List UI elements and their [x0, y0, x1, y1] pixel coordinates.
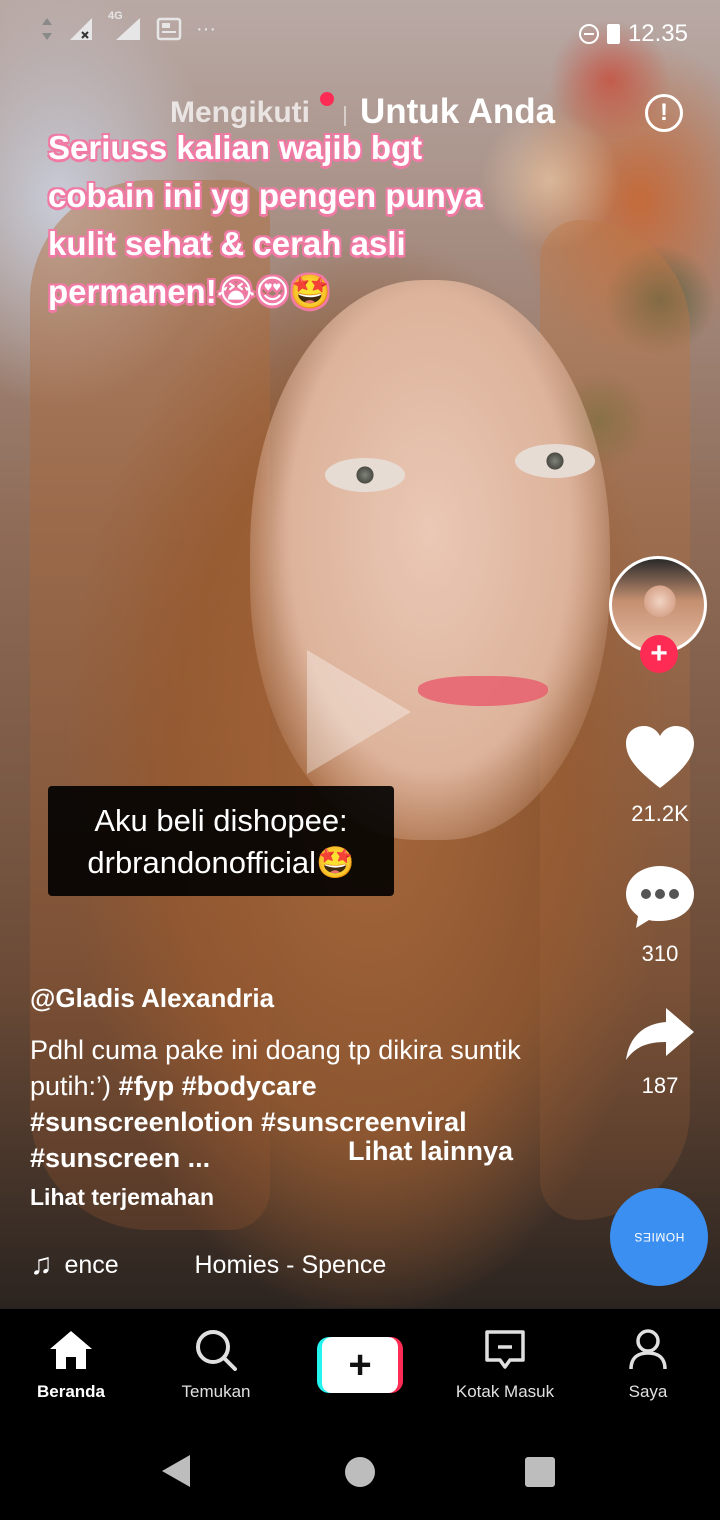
share-count: 187 — [641, 1073, 679, 1098]
inbox-icon — [485, 1330, 525, 1369]
author-username[interactable]: @Gladis Alexandria — [30, 983, 274, 1014]
video-caption-box: Aku beli dishopee: drbrandonofficial🤩 — [48, 786, 394, 896]
music-note-icon: ♫ — [30, 1248, 53, 1281]
hashtags-line-2[interactable]: #sunscreenlotion #sunscreenviral — [30, 1107, 467, 1137]
like-count: 21.2K — [631, 801, 689, 826]
comment-icon — [626, 866, 694, 928]
see-translation-link[interactable]: Lihat terjemahan — [30, 1184, 214, 1211]
news-icon — [156, 17, 182, 41]
video-overlay-text: Seriuss kalian wajib bgt cobain ini yg p… — [48, 129, 483, 310]
share-button[interactable]: 187 — [612, 1006, 708, 1099]
battery-icon — [606, 24, 620, 44]
play-icon[interactable] — [307, 650, 411, 774]
home-icon — [50, 1331, 92, 1369]
info-icon[interactable]: ! — [645, 94, 683, 132]
nav-inbox[interactable]: Kotak Masuk — [440, 1329, 570, 1402]
heart-icon — [626, 726, 694, 788]
do-not-disturb-icon — [578, 24, 599, 44]
nav-discover[interactable]: Temukan — [151, 1329, 281, 1402]
create-video-button[interactable]: + — [317, 1337, 403, 1393]
recent-apps-icon[interactable] — [525, 1457, 555, 1487]
system-navigation-bar — [0, 1420, 720, 1520]
caption-line-2: drbrandonofficial🤩 — [87, 845, 355, 880]
home-circle-icon[interactable] — [345, 1457, 375, 1487]
music-title-scroll-a: ence — [64, 1250, 119, 1279]
video-subject-lips — [418, 676, 548, 706]
video-subject-eye-left — [325, 458, 405, 492]
plus-icon: + — [322, 1337, 398, 1393]
share-arrow-icon — [626, 1008, 694, 1060]
nav-home-label: Beranda — [36, 1382, 106, 1401]
more-dots-icon: ··· — [196, 17, 216, 40]
tab-divider — [344, 106, 346, 126]
status-icons-right: 12.35 — [578, 20, 688, 48]
video-subject-face — [250, 280, 610, 840]
nav-home[interactable]: Beranda — [6, 1329, 136, 1402]
hashtags-line-1[interactable]: #fyp #bodycare — [119, 1071, 317, 1101]
4g-signal-icon: 4G — [108, 10, 142, 42]
nav-discover-label: Temukan — [181, 1382, 251, 1401]
new-content-dot — [320, 92, 334, 106]
signal-x-icon — [70, 18, 92, 40]
nav-profile[interactable]: Saya — [583, 1329, 713, 1402]
hashtags-line-3[interactable]: #sunscreen — [30, 1143, 180, 1173]
see-more-link[interactable]: Lihat lainnya — [348, 1136, 513, 1167]
comment-count: 310 — [641, 941, 679, 966]
sound-disc[interactable]: HOMIES — [610, 1188, 708, 1286]
status-icons-left: 4G ··· — [40, 10, 216, 42]
bottom-navigation: Beranda Temukan + Kotak Masuk Saya — [0, 1308, 720, 1420]
description-ellipsis: ... — [180, 1143, 211, 1173]
follow-plus-button[interactable]: + — [640, 635, 678, 673]
caption-line-1: Aku beli dishopee: — [94, 803, 348, 838]
video-subject-eye-right — [515, 444, 595, 478]
profile-icon — [629, 1329, 667, 1370]
search-icon — [196, 1330, 237, 1371]
status-bar: 4G ··· 12.35 — [0, 0, 720, 66]
comment-button[interactable]: 310 — [612, 864, 708, 967]
like-button[interactable]: 21.2K — [612, 724, 708, 827]
back-icon[interactable] — [162, 1455, 190, 1487]
nav-profile-label: Saya — [628, 1382, 668, 1401]
status-time: 12.35 — [627, 20, 688, 47]
updown-arrows-icon — [42, 18, 52, 40]
nav-inbox-label: Kotak Masuk — [455, 1382, 555, 1401]
music-marquee[interactable]: ♫ ence Homies - Spence — [30, 1248, 590, 1282]
sound-disc-label: HOMIES — [633, 1230, 685, 1244]
music-title-scroll-b: Homies - Spence — [194, 1250, 387, 1279]
